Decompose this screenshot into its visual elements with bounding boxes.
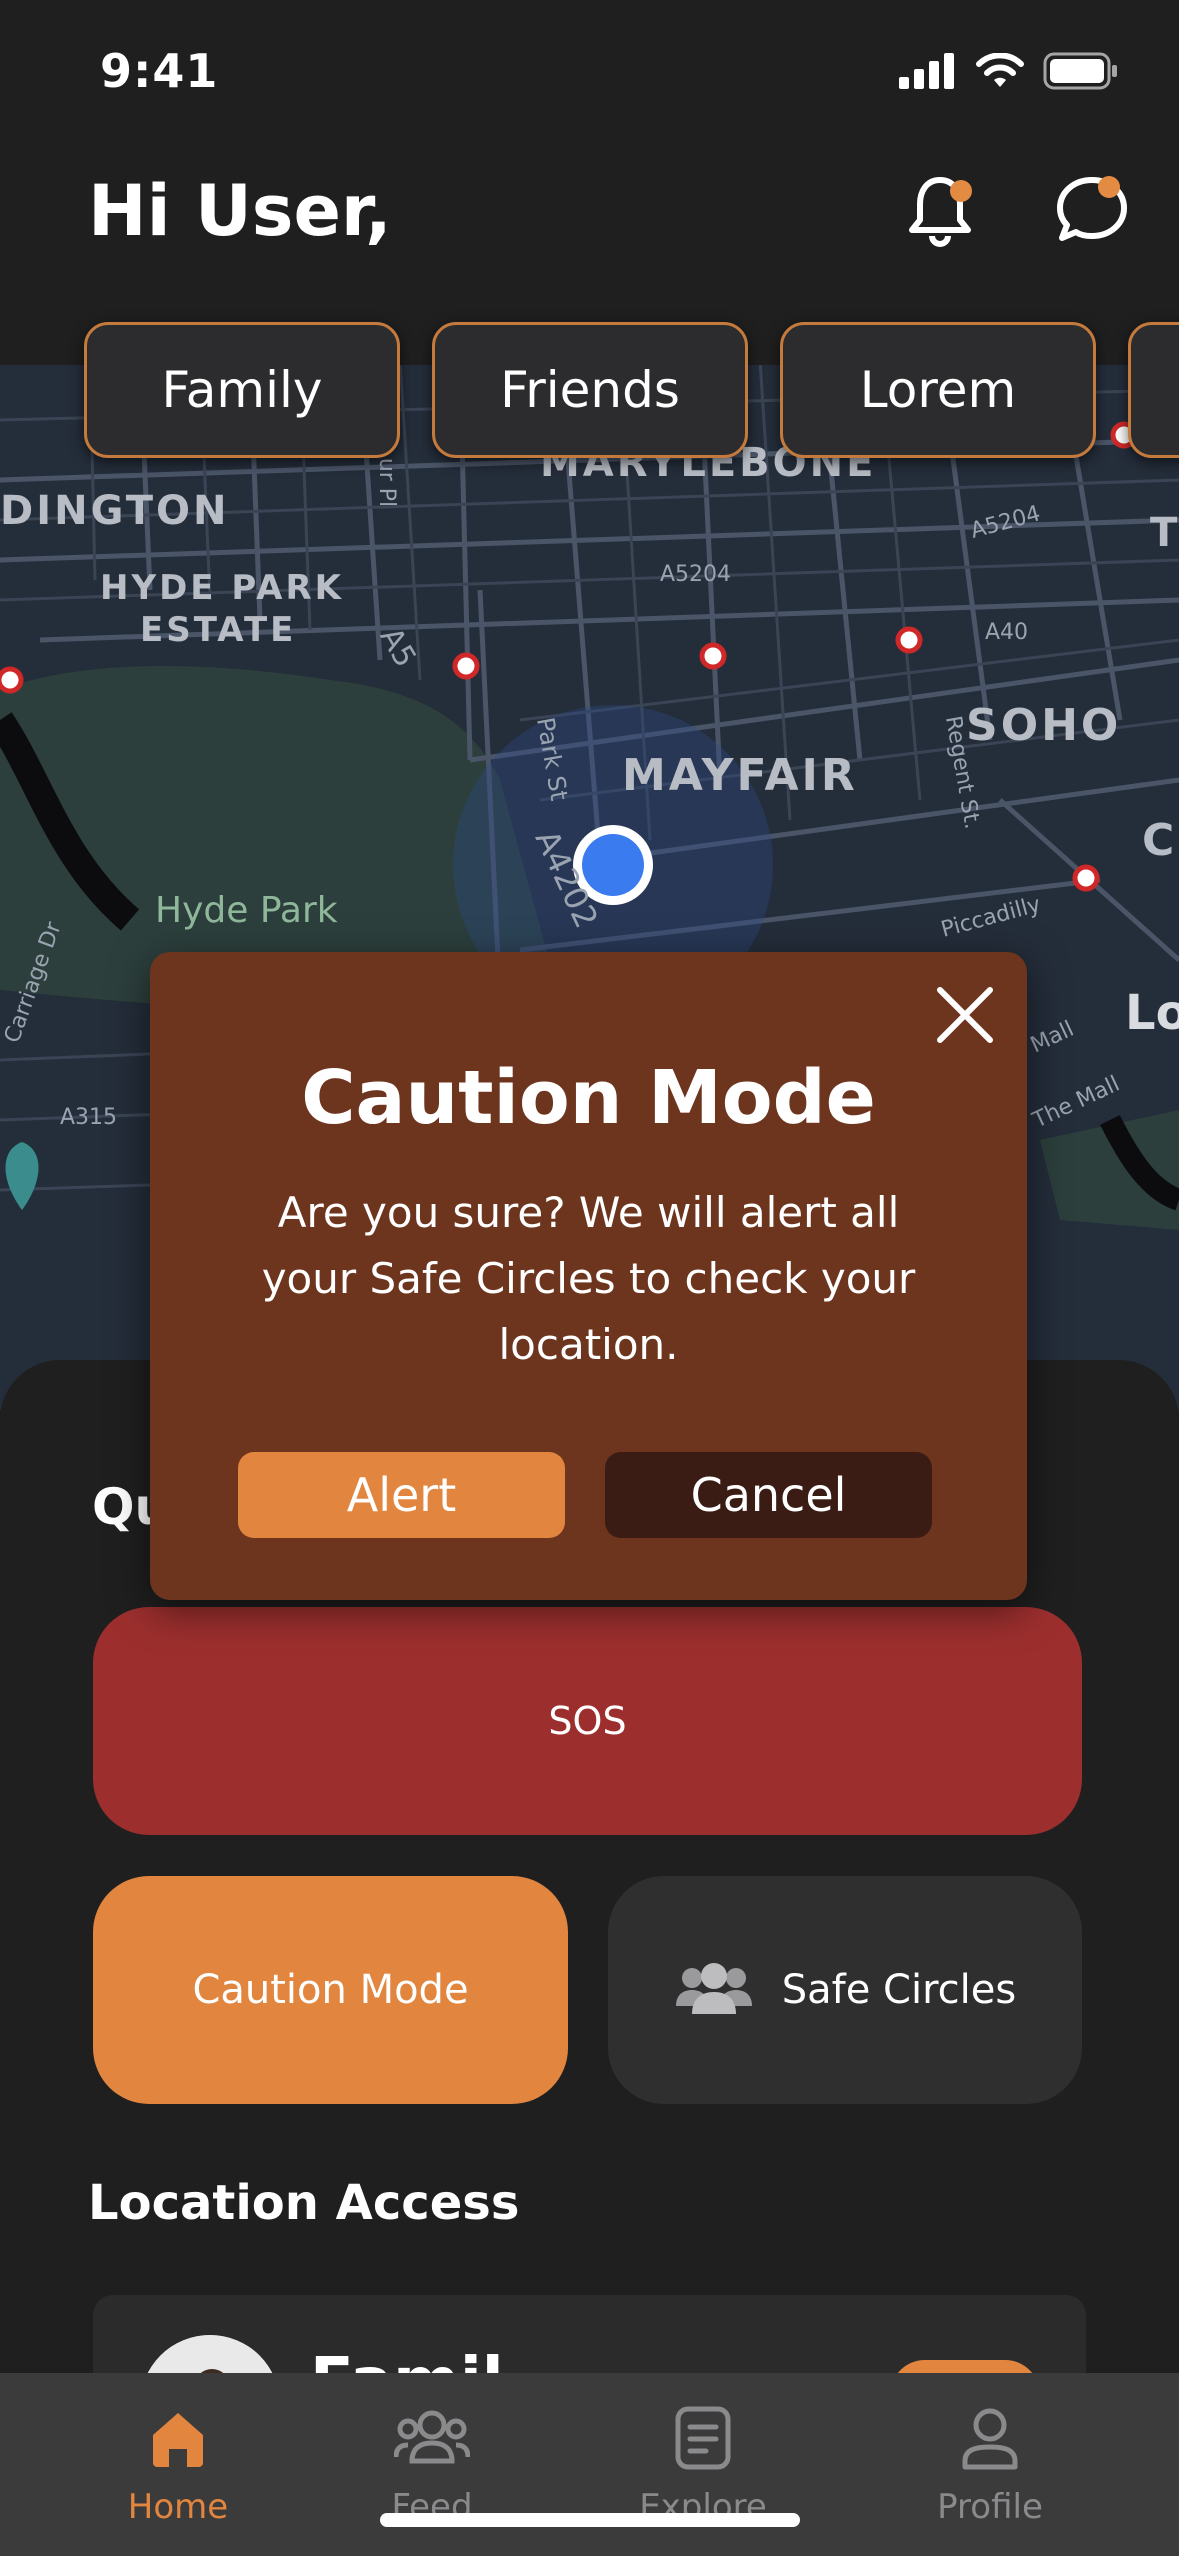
map-label-c: C: [1142, 815, 1175, 866]
battery-icon: [1043, 52, 1117, 90]
map-label-a315: A315: [60, 1105, 118, 1130]
safe-circles-button[interactable]: Safe Circles: [608, 1876, 1082, 2104]
message-dot: [1098, 176, 1120, 198]
notification-dot: [950, 180, 972, 202]
dialog-close-button[interactable]: [930, 980, 1000, 1050]
map-label-t: T: [1150, 510, 1178, 556]
map-label-soho: SOHO: [966, 700, 1122, 751]
home-indicator[interactable]: [380, 2513, 800, 2527]
safe-circles-label: Safe Circles: [781, 1967, 1017, 2013]
tab-home-label: Home: [127, 2487, 229, 2527]
map-label-a40: A40: [985, 620, 1029, 645]
map-label-dington: DINGTON: [0, 488, 230, 534]
status-time: 9:41: [100, 44, 219, 98]
cancel-button-label: Cancel: [690, 1468, 847, 1522]
chip-more[interactable]: [1128, 322, 1179, 458]
map-label-a5204: A5204: [660, 562, 732, 587]
alert-button[interactable]: Alert: [238, 1452, 565, 1538]
tab-profile[interactable]: Profile: [890, 2405, 1090, 2527]
person-icon: [962, 2408, 1018, 2470]
status-icons: [899, 52, 1119, 90]
caution-mode-label: Caution Mode: [192, 1967, 469, 2013]
location-access-title: Location Access: [88, 2175, 520, 2231]
alert-button-label: Alert: [346, 1468, 457, 1522]
tab-home[interactable]: Home: [78, 2405, 278, 2527]
circle-filter-chips: Family Friends Lorem: [84, 322, 1179, 458]
tab-profile-label: Profile: [937, 2487, 1043, 2527]
map-label-pl: ur Pl: [374, 457, 400, 508]
dialog-title: Caution Mode: [301, 1055, 876, 1141]
people-icon: [393, 2410, 471, 2464]
signal-icon: [899, 53, 954, 89]
map-label-mayfair: MAYFAIR: [622, 750, 858, 801]
chat-bubble-icon: [1057, 177, 1127, 241]
messages-button[interactable]: [1052, 170, 1132, 250]
wifi-icon: [976, 53, 1024, 87]
map-label-lo: Lo: [1125, 985, 1179, 1041]
tab-feed[interactable]: Feed: [332, 2405, 532, 2527]
chip-friends[interactable]: Friends: [432, 322, 748, 458]
map-label-estate: ESTATE: [140, 610, 297, 650]
tab-explore[interactable]: Explore: [603, 2405, 803, 2527]
notifications-button[interactable]: [900, 170, 980, 250]
caution-mode-button[interactable]: Caution Mode: [93, 1876, 568, 2104]
sos-label: SOS: [548, 1699, 627, 1743]
sos-button[interactable]: SOS: [93, 1607, 1082, 1835]
chip-family[interactable]: Family: [84, 322, 400, 458]
map-label-hyde-park: Hyde Park: [155, 890, 338, 931]
greeting-title: Hi User,: [88, 170, 392, 252]
map-label-hyde-park-estate: HYDE PARK: [100, 568, 344, 608]
chip-lorem[interactable]: Lorem: [780, 322, 1096, 458]
close-icon: [937, 987, 993, 1043]
dialog-message: Are you sure? We will alert all your Saf…: [261, 1188, 916, 1369]
status-bar: 9:41: [0, 0, 1179, 150]
cancel-button[interactable]: Cancel: [605, 1452, 932, 1538]
group-icon: [675, 1963, 752, 2014]
home-icon: [153, 2413, 203, 2467]
home-screen: MARYLEBONE DINGTON HYDE PARK ESTATE MAYF…: [0, 0, 1179, 2556]
document-icon: [675, 2406, 731, 2470]
